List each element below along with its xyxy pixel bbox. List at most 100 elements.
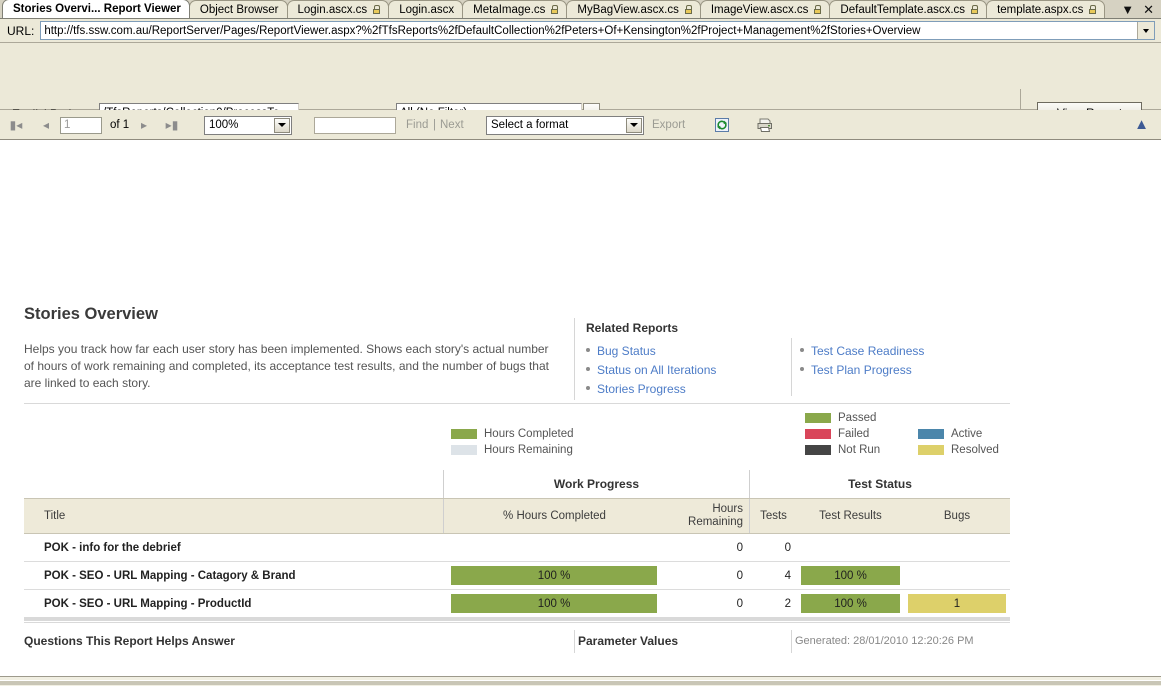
zoom-value: 100% [209,119,239,131]
chevron-down-icon[interactable] [1137,22,1154,39]
list-item[interactable]: Stories Progress [586,382,716,401]
tab-label: MyBagView.ascx.cs [577,3,679,16]
tab-imageview-ascx-cs[interactable]: ImageView.ascx.cs [699,0,831,18]
tab-defaulttemplate-ascx-cs[interactable]: DefaultTemplate.ascx.cs [829,0,988,18]
next-page-icon[interactable]: ▸ [136,117,152,133]
bullet-icon [586,348,590,352]
cell-test-results: 100 % [797,562,904,589]
list-item[interactable]: Bug Status [586,344,716,363]
chevron-down-icon[interactable]: ▼ [1121,3,1134,16]
legend-item-failed: Failed [805,426,880,442]
close-icon[interactable]: ✕ [1143,3,1154,16]
footer-divider-vertical-2 [791,630,792,653]
legend-swatch-hours-completed [451,429,477,439]
legend-swatch-hours-remaining [451,445,477,455]
legend-label: Failed [838,428,870,440]
export-button[interactable]: Export [652,119,685,131]
find-next-separator: | [433,119,436,131]
column-header-test-results: Test Results [819,510,882,522]
report-content-area: Stories Overview Helps you track how far… [0,140,1161,654]
cell-bugs: 1 [904,590,1010,617]
tab-login-ascx[interactable]: Login.ascx [388,0,464,18]
legend-item-not-run: Not Run [805,442,880,458]
cell-pct-hours-completed: 100 % [443,562,665,589]
cell-tests: 0 [784,541,791,554]
work-progress-legend: Hours Completed Hours Remaining [451,426,573,458]
tab-label: template.aspx.cs [997,3,1084,16]
legend-swatch-not-run [805,445,831,455]
previous-page-icon[interactable]: ◂ [38,117,54,133]
last-page-icon[interactable]: ▸▮ [164,117,180,133]
table-row[interactable]: POK - SEO - URL Mapping - Catagory & Bra… [24,562,1010,589]
tab-label: Object Browser [199,3,279,16]
table-row[interactable]: POK - info for the debrief 0 0 [24,534,1010,561]
page-number-input[interactable]: 1 [60,116,102,134]
lock-icon [1089,5,1097,14]
tab-login-ascx-cs[interactable]: Login.ascx.cs [286,0,390,18]
list-item[interactable]: Test Case Readiness [800,344,924,363]
legend-label: Hours Completed [484,428,574,440]
legend-swatch-resolved [918,445,944,455]
group-header-work-progress: Work Progress [443,470,749,498]
first-page-icon[interactable]: ▮◂ [8,117,24,133]
link-test-case-readiness[interactable]: Test Case Readiness [811,344,924,358]
legend-swatch-active [918,429,944,439]
tab-label: DefaultTemplate.ascx.cs [840,3,966,16]
url-input[interactable] [41,22,1137,39]
table-row[interactable]: POK - SEO - URL Mapping - ProductId 100 … [24,590,1010,617]
tab-label: MetaImage.cs [473,3,546,16]
bar-hours-completed: 100 % [451,566,657,585]
cell-tests: 4 [784,569,791,582]
column-header-tests: Tests [749,499,797,533]
cell-hours-remaining: 0 [736,569,743,582]
group-header-test-status: Test Status [749,470,1010,498]
related-reports-divider [791,338,792,396]
legend-label: Not Run [838,444,881,456]
tab-template-aspx-cs[interactable]: template.aspx.cs [986,0,1106,18]
bullet-icon [586,367,590,371]
tab-label: Login.ascx [399,3,455,16]
lock-icon [814,5,822,14]
bullet-icon [800,348,804,352]
zoom-select[interactable]: 100% [204,115,292,135]
questions-heading: Questions This Report Helps Answer [24,634,235,648]
link-status-on-all-iterations[interactable]: Status on All Iterations [597,363,716,377]
legend-label: Active [951,428,983,440]
chevron-down-icon[interactable] [274,117,290,133]
cell-bugs [904,562,1010,589]
find-input[interactable] [314,116,396,134]
legend-label: Hours Remaining [484,444,573,456]
link-test-plan-progress[interactable]: Test Plan Progress [811,363,912,377]
link-stories-progress[interactable]: Stories Progress [597,382,686,396]
cell-title: POK - SEO - URL Mapping - Catagory & Bra… [44,569,296,582]
list-item[interactable]: Status on All Iterations [586,363,716,382]
export-format-select[interactable]: Select a format [486,115,644,135]
footer-divider-horizontal [24,622,1010,623]
lock-icon [373,5,381,14]
print-icon[interactable] [756,117,774,133]
tab-stories-overview-report-viewer[interactable]: Stories Overvi... Report Viewer [2,0,190,18]
bar-hours-completed: 100 % [451,594,657,613]
test-status-legend-right: Active Resolved [918,426,999,458]
link-bug-status[interactable]: Bug Status [597,344,656,358]
parameter-values-heading: Parameter Values [578,634,679,648]
chevron-down-icon[interactable] [626,117,642,133]
double-chevron-up-icon[interactable]: ▲​ [1134,117,1149,132]
find-button[interactable]: Find [406,119,428,131]
cell-test-results: 100 % [797,590,904,617]
cell-bugs [904,534,1010,561]
find-next-button[interactable]: Next [440,119,464,131]
tab-object-browser[interactable]: Object Browser [188,0,288,18]
window-bottom-strip [0,676,1161,686]
url-input-wrapper[interactable] [40,21,1155,40]
report-description: Helps you track how far each user story … [24,342,549,390]
related-reports-right-list: Test Case Readiness Test Plan Progress [800,344,924,382]
group-header-spacer [24,470,443,498]
column-header-hours-remaining: Hours Remaining [688,503,743,528]
list-item[interactable]: Test Plan Progress [800,363,924,382]
tab-mybagview-ascx-cs[interactable]: MyBagView.ascx.cs [566,0,701,18]
column-header-title: Title [44,510,66,522]
stories-table: Work Progress Test Status Title % Hours … [24,470,1010,621]
tab-metaimage-cs[interactable]: MetaImage.cs [462,0,568,18]
refresh-icon[interactable] [714,117,730,133]
